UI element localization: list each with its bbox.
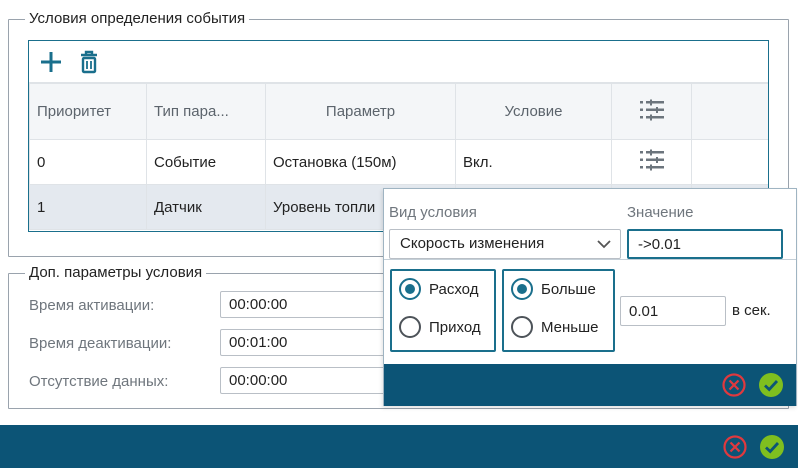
column-header-empty bbox=[691, 83, 768, 140]
radio-selected-indicator bbox=[511, 278, 533, 300]
value-label: Значение bbox=[627, 204, 694, 221]
column-settings-cell[interactable] bbox=[611, 83, 692, 140]
check-icon bbox=[760, 435, 784, 459]
table-toolbar bbox=[29, 41, 768, 83]
cell-priority: 1 bbox=[29, 184, 147, 230]
list-settings-icon bbox=[639, 149, 664, 171]
column-header-condition[interactable]: Условие bbox=[455, 83, 612, 140]
popup-header: Вид условия Значение Скорость изменения bbox=[384, 189, 796, 260]
cell-parameter: Остановка (150м) bbox=[265, 139, 456, 185]
cell-condition: Вкл. bbox=[455, 139, 612, 185]
cancel-icon bbox=[723, 435, 747, 459]
popup-cancel-button[interactable] bbox=[719, 370, 749, 400]
radio-greater-label: Больше bbox=[541, 280, 596, 298]
popup-confirm-button[interactable] bbox=[756, 370, 786, 400]
dialog-footer bbox=[0, 425, 798, 468]
radio-consumption[interactable]: Расход bbox=[399, 278, 478, 300]
trash-icon bbox=[81, 50, 97, 74]
add-button[interactable] bbox=[39, 50, 63, 74]
condition-type-selected: Скорость изменения bbox=[400, 235, 545, 252]
delete-button[interactable] bbox=[77, 50, 101, 74]
radio-income-label: Приход bbox=[429, 318, 481, 336]
list-settings-icon bbox=[639, 99, 664, 120]
cell-empty bbox=[691, 139, 768, 185]
cancel-button[interactable] bbox=[720, 432, 750, 462]
condition-value-input[interactable] bbox=[627, 229, 783, 259]
condition-type-select[interactable]: Скорость изменения bbox=[389, 229, 621, 259]
radio-indicator bbox=[399, 316, 421, 338]
activation-time-input[interactable] bbox=[220, 291, 390, 318]
radio-selected-indicator bbox=[399, 278, 421, 300]
conditions-group-title: Условия определения события bbox=[29, 10, 246, 27]
table-row[interactable]: 0 Событие Остановка (150м) Вкл. bbox=[29, 139, 768, 185]
activation-time-label: Время активации: bbox=[29, 297, 155, 314]
cell-type: Датчик bbox=[146, 184, 266, 230]
table-header-row: Приоритет Тип пара... Параметр Условие bbox=[29, 83, 768, 140]
row-settings-cell[interactable] bbox=[611, 139, 692, 185]
column-header-parameter[interactable]: Параметр bbox=[265, 83, 456, 140]
direction-radio-group: Расход Приход bbox=[390, 269, 496, 352]
deactivation-time-input[interactable] bbox=[220, 329, 390, 356]
radio-indicator bbox=[511, 316, 533, 338]
radio-less-label: Меньше bbox=[541, 318, 599, 336]
extra-params-group-title: Доп. параметры условия bbox=[29, 264, 203, 281]
no-data-time-label: Отсутствие данных: bbox=[29, 373, 169, 390]
radio-greater[interactable]: Больше bbox=[511, 278, 596, 300]
comparison-radio-group: Больше Меньше bbox=[502, 269, 615, 352]
confirm-button[interactable] bbox=[757, 432, 787, 462]
rate-value-input[interactable] bbox=[620, 296, 726, 326]
cancel-icon bbox=[722, 373, 746, 397]
column-header-priority[interactable]: Приоритет bbox=[29, 83, 147, 140]
rate-unit-label: в сек. bbox=[732, 302, 771, 319]
condition-type-label: Вид условия bbox=[389, 204, 477, 221]
chevron-down-icon bbox=[597, 240, 611, 249]
cell-priority: 0 bbox=[29, 139, 147, 185]
radio-income[interactable]: Приход bbox=[399, 316, 481, 338]
check-icon bbox=[759, 373, 783, 397]
popup-footer bbox=[384, 364, 796, 406]
plus-icon bbox=[41, 52, 61, 72]
deactivation-time-label: Время деактивации: bbox=[29, 335, 172, 352]
cell-type: Событие bbox=[146, 139, 266, 185]
radio-consumption-label: Расход bbox=[429, 280, 479, 298]
condition-editor-popup: Вид условия Значение Скорость изменения … bbox=[383, 188, 797, 406]
column-header-type[interactable]: Тип пара... bbox=[146, 83, 266, 140]
radio-less[interactable]: Меньше bbox=[511, 316, 598, 338]
no-data-time-input[interactable] bbox=[220, 367, 390, 394]
